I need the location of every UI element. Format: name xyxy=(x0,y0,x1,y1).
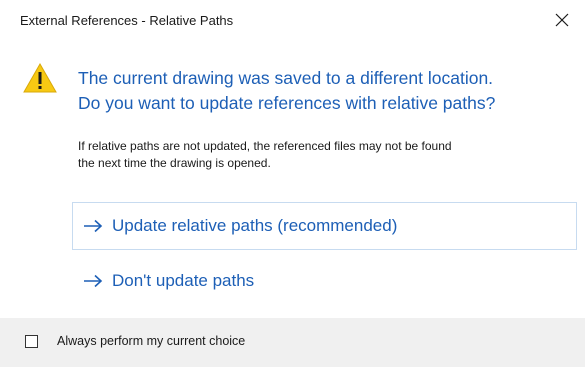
main-instruction: The current drawing was saved to a diffe… xyxy=(78,66,578,116)
close-icon xyxy=(555,13,569,27)
dont-update-paths-button[interactable]: Don't update paths xyxy=(72,257,577,305)
content-text: If relative paths are not updated, the r… xyxy=(78,138,578,172)
arrow-right-icon xyxy=(84,219,103,233)
content-line-1: If relative paths are not updated, the r… xyxy=(78,139,452,153)
close-button[interactable] xyxy=(539,0,585,40)
always-perform-checkbox[interactable] xyxy=(25,335,38,348)
main-instruction-line-1: The current drawing was saved to a diffe… xyxy=(78,68,494,88)
arrow-right-icon xyxy=(84,274,103,288)
always-perform-label[interactable]: Always perform my current choice xyxy=(57,334,245,348)
content-line-2: the next time the drawing is opened. xyxy=(78,156,271,170)
dialog-window: External References - Relative Paths The… xyxy=(0,0,585,367)
title-bar: External References - Relative Paths xyxy=(0,0,585,40)
update-relative-paths-button[interactable]: Update relative paths (recommended) xyxy=(72,202,577,250)
update-relative-paths-label: Update relative paths (recommended) xyxy=(112,216,398,235)
dont-update-paths-label: Don't update paths xyxy=(112,271,255,290)
dialog-footer: Always perform my current choice xyxy=(0,318,585,367)
window-title: External References - Relative Paths xyxy=(20,13,234,28)
main-instruction-line-2: Do you want to update references with re… xyxy=(78,93,496,113)
warning-icon xyxy=(23,63,57,93)
